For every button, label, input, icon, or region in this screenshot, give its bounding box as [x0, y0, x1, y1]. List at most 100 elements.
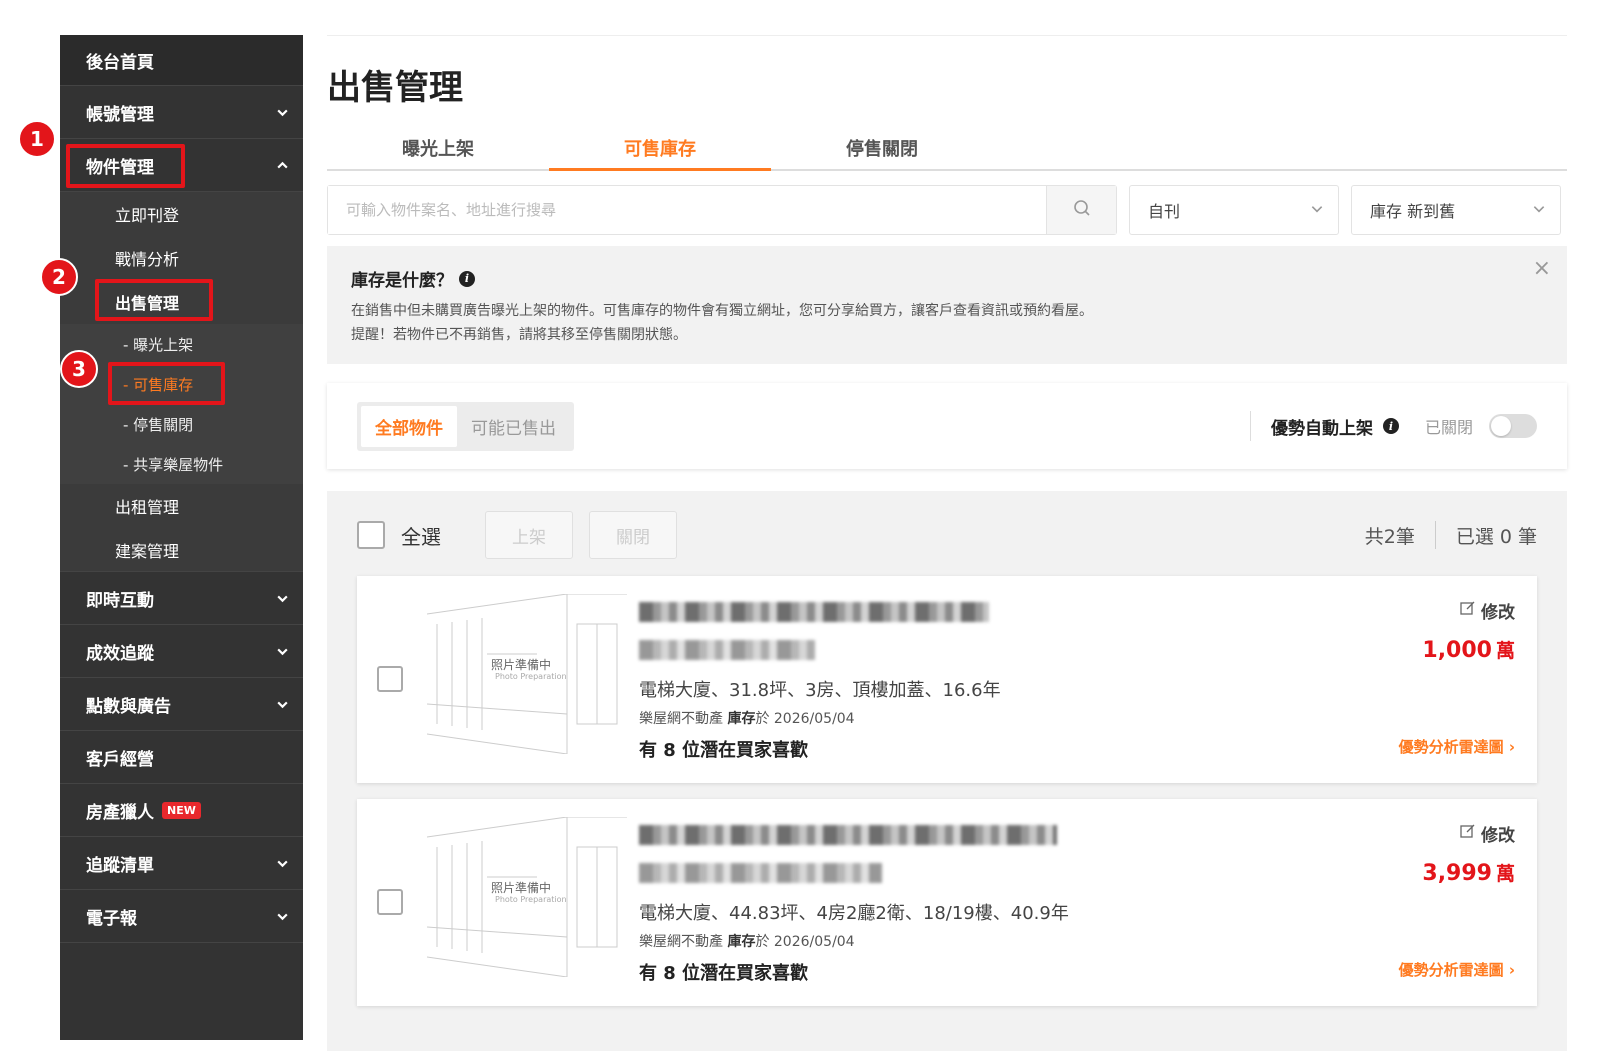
- close-button[interactable]: 關閉: [589, 511, 677, 559]
- search-input[interactable]: [328, 186, 1046, 234]
- sidebar-item-label: 成效追蹤: [86, 643, 154, 664]
- sidebar-item-exposure[interactable]: - 曝光上架: [60, 324, 303, 364]
- sidebar-item-label: 點數與廣告: [86, 696, 171, 717]
- list-toolbar: 全選 上架 關閉 共2筆 已選 0 筆: [357, 511, 1537, 559]
- price-value: 1,000: [1422, 638, 1492, 663]
- chevron-down-icon: [275, 644, 289, 658]
- filter-maybe-sold-button[interactable]: 可能已售出: [457, 406, 570, 447]
- listing-agency: 樂屋網不動產: [639, 711, 723, 727]
- search-button[interactable]: [1046, 186, 1116, 234]
- sidebar-item-account[interactable]: 帳號管理: [60, 86, 303, 139]
- sidebar-item-label: - 曝光上架: [123, 335, 194, 354]
- search-box: [327, 185, 1117, 235]
- sidebar-item-label: - 共享樂屋物件: [123, 455, 224, 474]
- listing-agency: 樂屋網不動產: [639, 934, 723, 950]
- sidebar-item-label: - 可售庫存: [123, 375, 194, 394]
- radar-chart-link[interactable]: 優勢分析雷達圖 ›: [1399, 959, 1515, 980]
- sidebar-item-label: 追蹤清單: [86, 855, 154, 876]
- sale-submenu: - 曝光上架 - 可售庫存 - 停售關閉 - 共享樂屋物件: [60, 324, 303, 484]
- info-line-2: 提醒！若物件已不再銷售，請將其移至停售關閉狀態。: [351, 327, 687, 343]
- sidebar-item-label: - 停售關閉: [123, 415, 194, 434]
- chevron-down-icon: [1310, 201, 1324, 220]
- search-row: 自刊 庫存 新到舊: [327, 185, 1567, 235]
- sidebar-item-stopped[interactable]: - 停售關閉: [60, 404, 303, 444]
- page-title: 出售管理: [327, 68, 463, 108]
- listing-fav-count: 有 8 位潛在買家喜歡: [639, 740, 809, 761]
- sort-select[interactable]: 庫存 新到舊: [1351, 185, 1561, 235]
- new-badge: NEW: [162, 801, 201, 819]
- listing-spec: 電梯大廈、31.8坪、3房、頂樓加蓋、16.6年: [639, 680, 1001, 701]
- listing-fav-count: 有 8 位潛在買家喜歡: [639, 963, 809, 984]
- close-icon[interactable]: ×: [1533, 256, 1551, 281]
- photo-placeholder-text: 照片準備中: [491, 658, 552, 672]
- listing-checkbox[interactable]: [377, 889, 403, 915]
- sidebar-item-property[interactable]: 物件管理: [60, 139, 303, 192]
- select-all-label: 全選: [401, 524, 441, 549]
- chevron-down-icon: [1532, 201, 1546, 220]
- status-segment: 全部物件 可能已售出: [357, 401, 574, 451]
- radar-chart-link[interactable]: 優勢分析雷達圖 ›: [1399, 736, 1515, 757]
- price-unit: 萬: [1495, 640, 1515, 662]
- source-select[interactable]: 自刊: [1129, 185, 1339, 235]
- auto-publish-toggle[interactable]: [1489, 414, 1537, 438]
- edit-label: 修改: [1481, 826, 1515, 846]
- bulk-actions: 全選 上架 關閉: [357, 511, 677, 559]
- info-title-row: 庫存是什麼？ i: [351, 266, 1543, 291]
- info-title: 庫存是什麼？: [351, 271, 453, 291]
- publish-button[interactable]: 上架: [485, 511, 573, 559]
- photo-placeholder-text: 照片準備中: [491, 881, 552, 895]
- sidebar-item-post-now[interactable]: 立即刊登: [60, 192, 303, 236]
- sidebar-item-rent-mgmt[interactable]: 出租管理: [60, 484, 303, 528]
- auto-publish-status: 已關閉: [1424, 418, 1473, 437]
- chevron-down-icon: [275, 105, 289, 119]
- total-count: 共2筆: [1364, 525, 1415, 548]
- filter-all-button[interactable]: 全部物件: [361, 405, 457, 447]
- filter-bar: 全部物件 可能已售出 優勢自動上架 i 已關閉: [327, 383, 1567, 469]
- tab-exposure[interactable]: 曝光上架: [327, 131, 549, 169]
- step-badge-3: 3: [60, 350, 98, 388]
- sidebar-item-label: 即時互動: [86, 590, 154, 611]
- divider: [1434, 521, 1436, 549]
- listing-card: 照片準備中 Photo Preparation 電梯大廈、31.8坪、3房、頂樓…: [357, 576, 1537, 783]
- listing-meta: 樂屋網不動產 庫存於 2026/05/04: [639, 708, 855, 728]
- sidebar-item-shared[interactable]: - 共享樂屋物件: [60, 444, 303, 484]
- listing-card: 照片準備中 Photo Preparation 電梯大廈、44.83坪、4房2廳…: [357, 799, 1537, 1006]
- search-icon: [1073, 199, 1091, 221]
- listing-price: 1,000 萬: [1422, 636, 1515, 663]
- sidebar-item-label: 電子報: [86, 908, 137, 929]
- sidebar-item-label: 帳號管理: [86, 104, 154, 125]
- info-icon[interactable]: i: [1382, 418, 1399, 434]
- info-line-1: 在銷售中但未購買廣告曝光上架的物件。可售庫存的物件會有獨立網址，您可分享給買方，…: [351, 303, 1093, 319]
- price-unit: 萬: [1495, 863, 1515, 885]
- sidebar-item-analysis[interactable]: 戰情分析: [60, 236, 303, 280]
- tab-bar: 曝光上架 可售庫存 停售關閉: [327, 131, 1567, 171]
- blurred-address: [639, 640, 815, 660]
- edit-icon: [1460, 600, 1476, 621]
- sidebar-item-points-ads[interactable]: 點數與廣告: [60, 678, 303, 731]
- property-submenu: 立即刊登 戰情分析 出售管理 - 曝光上架 - 可售庫存 - 停售關閉 - 共享…: [60, 192, 303, 572]
- sidebar-item-interaction[interactable]: 即時互動: [60, 572, 303, 625]
- listing-inventory-label: 庫存: [727, 711, 756, 727]
- top-divider: [327, 35, 1567, 36]
- sidebar-item-sale-mgmt[interactable]: 出售管理: [60, 280, 303, 324]
- edit-link[interactable]: 修改: [1460, 821, 1515, 846]
- listing-checkbox[interactable]: [377, 666, 403, 692]
- auto-publish-label: 優勢自動上架: [1270, 418, 1373, 439]
- sort-select-value: 庫存 新到舊: [1370, 202, 1456, 221]
- tab-inventory[interactable]: 可售庫存: [549, 131, 771, 171]
- sidebar-item-project-mgmt[interactable]: 建案管理: [60, 528, 303, 572]
- sidebar-item-newsletter[interactable]: 電子報: [60, 890, 303, 943]
- tab-stopped[interactable]: 停售關閉: [771, 131, 993, 169]
- count-summary: 共2筆 已選 0 筆: [1365, 521, 1537, 549]
- sidebar-item-hunter[interactable]: 房產獵人 NEW: [60, 784, 303, 837]
- edit-link[interactable]: 修改: [1460, 598, 1515, 623]
- blurred-address: [639, 863, 882, 883]
- listing-area: 全選 上架 關閉 共2筆 已選 0 筆 照片準備中 Photo Preparat…: [327, 491, 1567, 1051]
- sidebar-item-label: 出租管理: [115, 498, 180, 517]
- sidebar-item-label: 後台首頁: [86, 52, 154, 73]
- select-all-checkbox[interactable]: [357, 521, 385, 549]
- sidebar-item-customer[interactable]: 客戶經營: [60, 731, 303, 784]
- sidebar-item-tracking[interactable]: 成效追蹤: [60, 625, 303, 678]
- sidebar-item-home[interactable]: 後台首頁: [60, 35, 303, 86]
- sidebar-item-watchlist[interactable]: 追蹤清單: [60, 837, 303, 890]
